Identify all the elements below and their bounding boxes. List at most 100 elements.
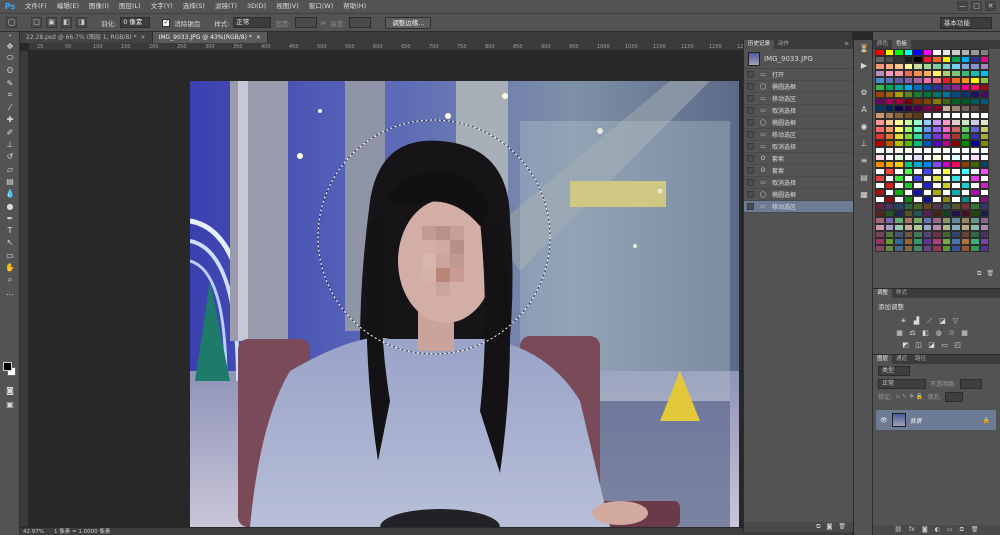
color-swatch[interactable] <box>932 56 942 63</box>
color-swatch[interactable] <box>979 119 989 126</box>
color-swatch[interactable] <box>875 210 885 217</box>
menu-item[interactable]: 视图(V) <box>271 0 304 13</box>
color-swatch[interactable] <box>913 49 923 56</box>
color-swatch[interactable] <box>970 126 980 133</box>
color-swatch[interactable] <box>894 203 904 210</box>
color-swatch[interactable] <box>922 210 932 217</box>
color-swatch[interactable] <box>979 140 989 147</box>
color-swatch[interactable] <box>913 63 923 70</box>
color-swatch[interactable] <box>941 77 951 84</box>
history-step[interactable]: ▭ 取消选择 <box>744 105 853 117</box>
color-swatch[interactable] <box>903 84 913 91</box>
add-selection-icon[interactable]: ▣ <box>46 17 57 28</box>
color-swatch[interactable] <box>903 189 913 196</box>
color-swatch[interactable] <box>875 238 885 245</box>
color-swatch[interactable] <box>903 91 913 98</box>
delete-state-icon[interactable]: 🗑 <box>838 522 846 532</box>
more-tools-icon[interactable]: … <box>0 286 20 298</box>
color-swatch[interactable] <box>979 147 989 154</box>
color-swatch[interactable] <box>941 112 951 119</box>
color-swatch[interactable] <box>941 84 951 91</box>
color-swatch[interactable] <box>951 70 961 77</box>
levels-icon[interactable]: ▟ <box>912 317 921 326</box>
history-step[interactable]: ▭ 取消选择 <box>744 141 853 153</box>
color-swatch[interactable] <box>884 210 894 217</box>
feather-input[interactable]: 0 像素 <box>120 17 151 28</box>
eyedropper-tool-icon[interactable]: ⁄ <box>0 101 20 113</box>
color-swatch[interactable] <box>875 245 885 252</box>
photo-filter-icon[interactable]: ◍ <box>934 329 943 338</box>
color-swatch[interactable] <box>913 126 923 133</box>
crop-tool-icon[interactable]: ⌗ <box>0 89 20 101</box>
color-swatch[interactable] <box>922 77 932 84</box>
menu-item[interactable]: 文件(F) <box>20 0 52 13</box>
style-select[interactable]: 正常 <box>233 17 272 28</box>
color-swatch[interactable] <box>960 224 970 231</box>
selective-color-icon[interactable]: ◰ <box>953 341 962 350</box>
subtract-selection-icon[interactable]: ◧ <box>61 17 72 28</box>
color-swatch[interactable] <box>913 182 923 189</box>
color-swatch[interactable] <box>979 231 989 238</box>
layer-style-icon[interactable]: fx <box>909 525 915 535</box>
menu-item[interactable]: 帮助(H) <box>338 0 371 13</box>
color-swatch[interactable] <box>941 105 951 112</box>
color-swatch[interactable] <box>884 203 894 210</box>
color-swatch[interactable] <box>875 231 885 238</box>
color-swatch[interactable] <box>903 112 913 119</box>
marquee-tool-icon[interactable]: ⬭ <box>0 52 20 64</box>
layer-kind-filter[interactable]: 类型 <box>878 365 910 376</box>
color-wheel-icon[interactable]: ◉ <box>854 118 874 135</box>
color-swatch[interactable] <box>970 203 980 210</box>
color-swatch[interactable] <box>884 182 894 189</box>
color-swatch[interactable] <box>922 238 932 245</box>
history-brush-tool-icon[interactable]: ↺ <box>0 151 20 163</box>
color-swatch[interactable] <box>951 217 961 224</box>
color-swatch[interactable] <box>960 238 970 245</box>
color-swatch[interactable] <box>903 224 913 231</box>
color-swatch[interactable] <box>941 203 951 210</box>
color-swatch[interactable] <box>960 119 970 126</box>
color-swatch[interactable] <box>941 224 951 231</box>
color-swatch[interactable] <box>960 84 970 91</box>
tab-paths[interactable]: 路径 <box>911 355 930 364</box>
color-swatch[interactable] <box>951 147 961 154</box>
color-swatch[interactable] <box>884 77 894 84</box>
color-swatch[interactable] <box>932 126 942 133</box>
color-swatch[interactable] <box>941 126 951 133</box>
color-swatch[interactable] <box>884 84 894 91</box>
width-input[interactable] <box>294 17 317 28</box>
color-swatch[interactable] <box>951 182 961 189</box>
color-swatch[interactable] <box>913 238 923 245</box>
menu-item[interactable]: 图像(I) <box>84 0 114 13</box>
close-tab-icon[interactable]: × <box>256 34 261 41</box>
close-tab-icon[interactable]: × <box>141 34 146 41</box>
color-swatch[interactable] <box>932 91 942 98</box>
color-swatch[interactable] <box>903 77 913 84</box>
color-swatch[interactable] <box>922 245 932 252</box>
color-swatch[interactable] <box>903 147 913 154</box>
color-swatch[interactable] <box>875 49 885 56</box>
color-swatch[interactable] <box>903 98 913 105</box>
color-swatch[interactable] <box>884 147 894 154</box>
color-swatch[interactable] <box>903 49 913 56</box>
color-swatch[interactable] <box>932 84 942 91</box>
clone-stamp-tool-icon[interactable]: ⊥ <box>0 138 20 150</box>
color-swatch[interactable] <box>884 63 894 70</box>
tab-layers[interactable]: 图层 <box>873 355 893 364</box>
color-swatch[interactable] <box>875 175 885 182</box>
color-swatch[interactable] <box>913 147 923 154</box>
color-swatch[interactable] <box>884 70 894 77</box>
color-swatch[interactable] <box>960 147 970 154</box>
color-swatch[interactable] <box>979 189 989 196</box>
color-swatch[interactable] <box>951 126 961 133</box>
color-swatch[interactable] <box>932 98 942 105</box>
color-swatch[interactable] <box>875 105 885 112</box>
color-swatch[interactable] <box>894 224 904 231</box>
brush-tool-icon[interactable]: ✐ <box>0 126 20 138</box>
color-swatch[interactable] <box>884 154 894 161</box>
menu-item[interactable]: 图层(L) <box>114 0 146 13</box>
color-swatch[interactable] <box>875 161 885 168</box>
color-swatch[interactable] <box>970 168 980 175</box>
color-swatch[interactable] <box>941 161 951 168</box>
color-swatch[interactable] <box>932 161 942 168</box>
